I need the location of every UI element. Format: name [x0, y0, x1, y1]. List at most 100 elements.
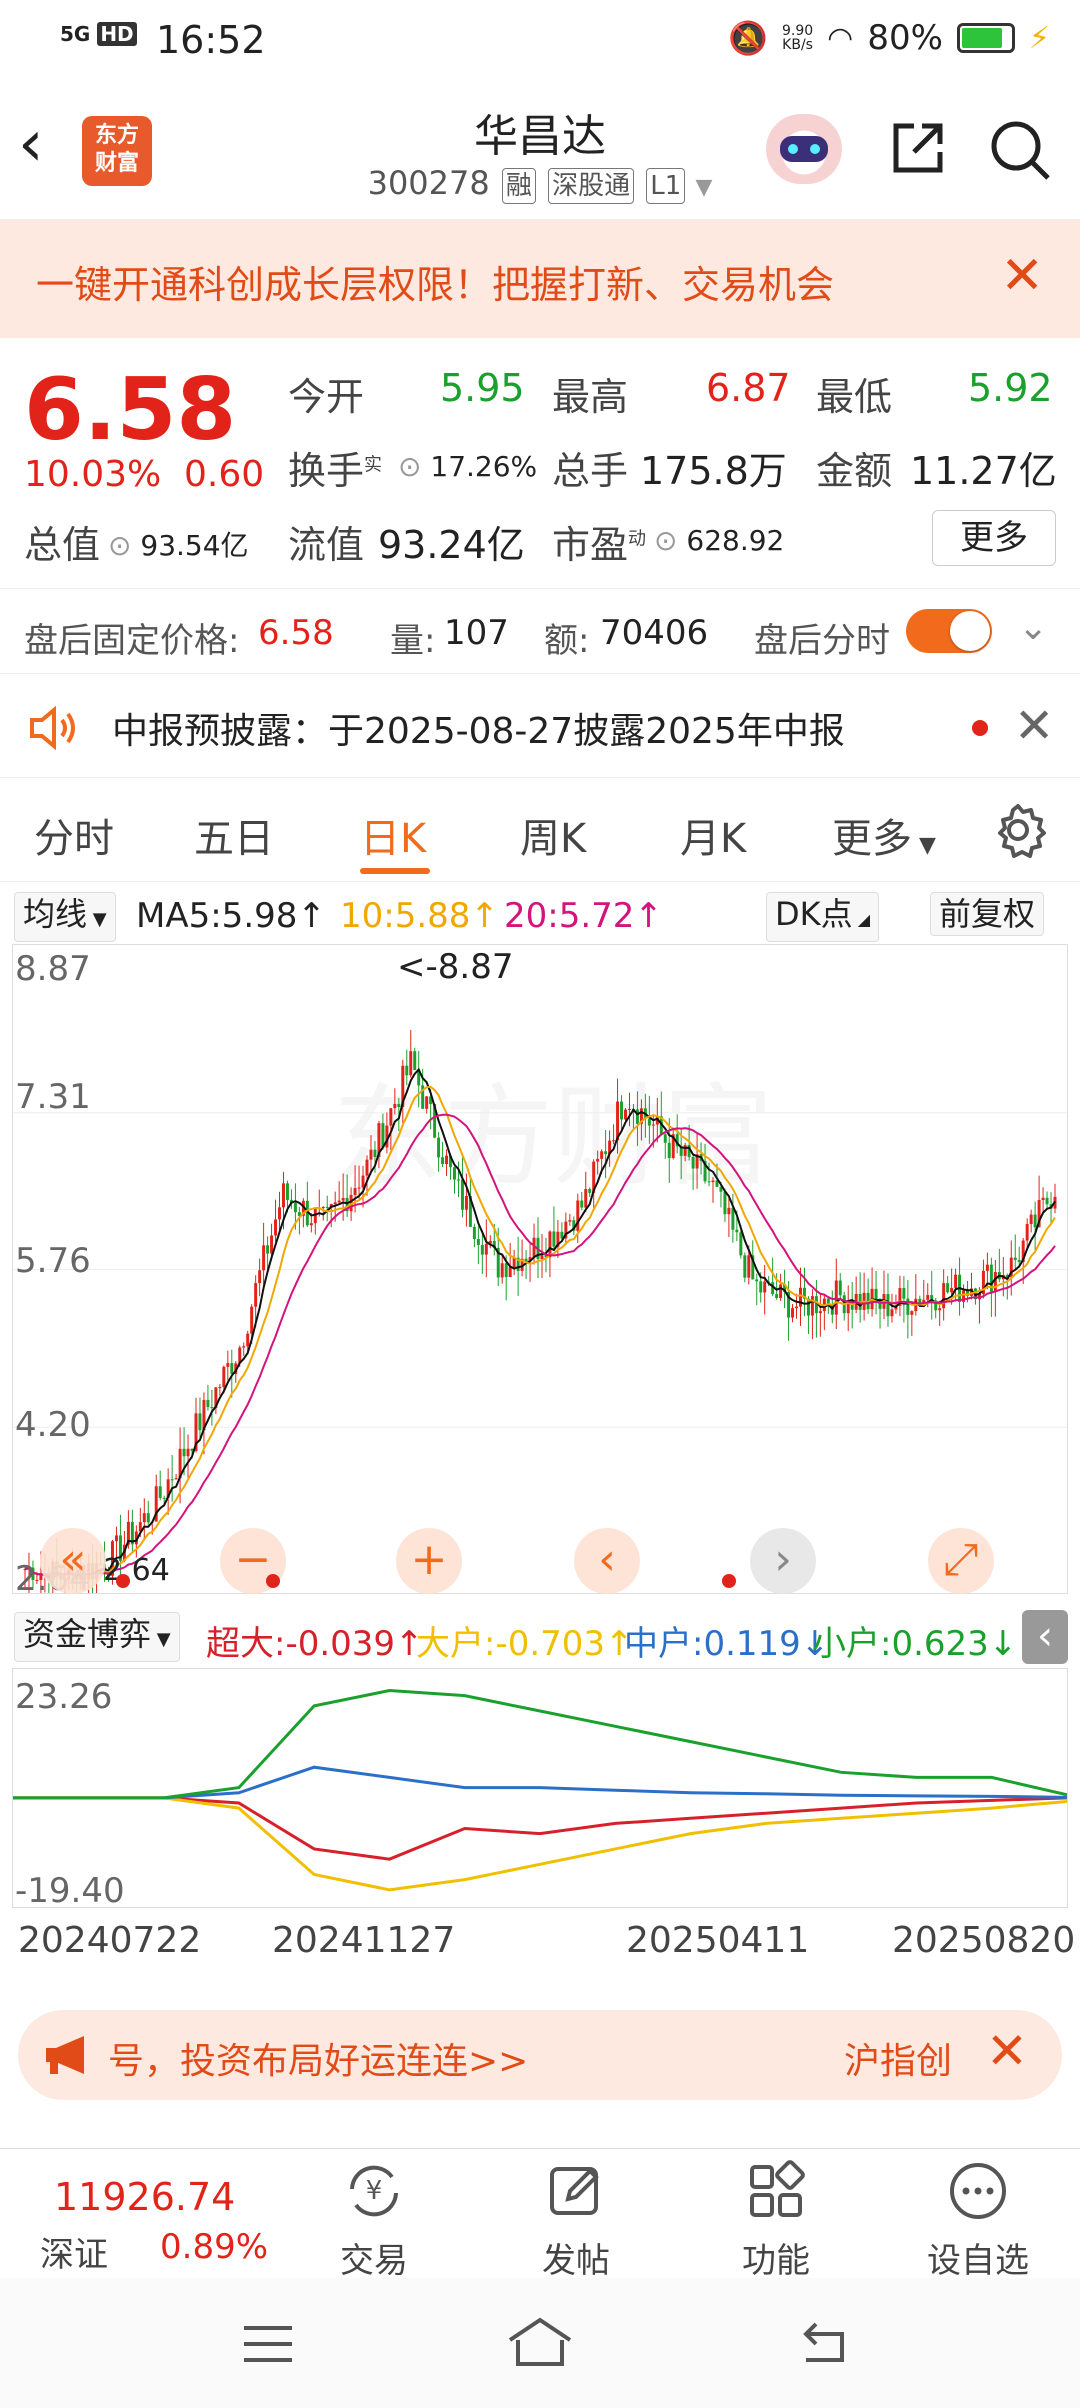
amount-value: 11.27亿 [910, 449, 1057, 493]
candle-body [723, 1191, 727, 1215]
promo-banner[interactable]: 一键开通科创成长层权限！把握打新、交易机会 ✕ [0, 220, 1080, 338]
notice-bar[interactable]: 中报预披露：于2025-08-27披露2025年中报 ✕ [0, 674, 1080, 778]
candle-body [174, 1478, 178, 1480]
legend-super: 超大:-0.039↑ [206, 1624, 424, 1664]
candle-body [309, 1223, 313, 1226]
tab-five-day[interactable]: 五日 [194, 806, 274, 864]
candle-body [198, 1413, 202, 1431]
after-hours-label: 盘后固定价格: [24, 621, 240, 661]
y-tick-label: 7.31 [15, 1077, 91, 1117]
fund-flow-line [13, 1796, 1067, 1892]
zoom-in-button[interactable]: + [396, 1528, 462, 1594]
x-date-label: 20241127 [272, 1920, 456, 1961]
search-icon[interactable] [988, 118, 1052, 182]
candle-body [946, 1283, 950, 1293]
index-percent[interactable]: 0.89% [160, 2227, 268, 2267]
index-value[interactable]: 11926.74 [54, 2175, 235, 2219]
candle-body [691, 1157, 695, 1169]
fund-flow-chart[interactable]: 23.26 -19.40 [12, 1668, 1068, 1911]
low-value: 5.92 [968, 366, 1053, 410]
candle-body [810, 1296, 814, 1316]
candle-body [576, 1200, 580, 1231]
y-tick-label: 5.76 [15, 1241, 91, 1281]
candle-body [285, 1183, 289, 1200]
candle-body [425, 1096, 429, 1109]
after-hours-toggle[interactable] [906, 609, 992, 653]
nav-functions[interactable]: 功能 [706, 2159, 846, 2282]
bottom-promo-banner[interactable]: 号，投资布局好运连连>> 沪指创 ✕ [18, 2010, 1062, 2100]
scroll-left-fast-button[interactable]: « [40, 1528, 106, 1594]
share-icon[interactable] [888, 118, 948, 178]
candle-body [707, 1181, 711, 1183]
tab-more[interactable]: 更多 ▼ [832, 806, 936, 864]
kline-chart[interactable]: 东方财富 8.87 7.31 5.76 4.20 2.64 <-8.87 2.6… [12, 944, 1068, 1599]
y-tick-label: 23.26 [15, 1677, 113, 1717]
chevron-down-icon[interactable]: ⌄ [1018, 607, 1048, 648]
chevron-down-icon[interactable]: ▼ [695, 175, 712, 200]
tab-weekly-k[interactable]: 周K [520, 806, 586, 864]
net-speed: 9.90 KB/s [781, 23, 814, 53]
candle-body [667, 1142, 671, 1159]
settings-gear-icon[interactable] [990, 802, 1046, 858]
mute-icon: 🔕 [728, 19, 768, 57]
candle-body [230, 1363, 234, 1374]
tab-daily-k[interactable]: 日K [360, 806, 426, 864]
scroll-right-button[interactable]: › [750, 1528, 816, 1594]
nav-add-watchlist[interactable]: 设自选 [908, 2159, 1048, 2282]
ma5-value: MA5:5.98↑ [136, 896, 326, 936]
candle-body [663, 1134, 667, 1143]
stock-code: 300278 [367, 164, 490, 202]
after-hours-amt-label: 额: [544, 621, 590, 661]
nav-post[interactable]: 发帖 [506, 2159, 646, 2282]
candle-body [552, 1231, 556, 1247]
candle-body [254, 1283, 258, 1307]
adjust-mode-button[interactable]: 前复权 [930, 892, 1045, 936]
mktcap-value: ⊙ 93.54亿 [108, 529, 249, 562]
candle-body [218, 1386, 222, 1388]
back-nav-icon[interactable] [796, 2318, 852, 2366]
bottom-banner-right: 沪指创 [844, 2041, 953, 2082]
indicator-dropdown[interactable]: 均线 ▼ [14, 892, 116, 942]
scroll-left-button[interactable]: ‹ [574, 1528, 640, 1594]
home-icon[interactable] [504, 2316, 576, 2368]
candle-body [500, 1263, 504, 1278]
fund-flow-line [13, 1689, 1067, 1800]
dk-point-button[interactable]: DK点 ◢ [766, 892, 880, 942]
candle-body [651, 1124, 655, 1126]
tag-level[interactable]: L1 [646, 168, 686, 204]
ma10-value: 10:5.88↑ [340, 896, 499, 936]
index-name[interactable]: 深证 [40, 2227, 108, 2276]
float-value: 93.24亿 [378, 523, 525, 567]
candle-body [600, 1151, 604, 1159]
more-dots-icon [950, 2163, 1006, 2219]
network-icon: 5G HD [60, 22, 137, 46]
more-quote-button[interactable]: 更多 [932, 510, 1056, 566]
pe-label: 市盈动 [552, 523, 647, 567]
fund-flow-legend: 资金博弈 ▼ 超大:-0.039↑ 大户:-0.703↑ 中户:0.119↓ 小… [0, 1610, 1080, 1664]
candle-body [413, 1051, 417, 1070]
candle-body [838, 1280, 842, 1296]
after-hours-row: 盘后固定价格: 6.58 量: 107 额: 70406 盘后分时 ⌄ [0, 588, 1080, 674]
candle-body [337, 1200, 341, 1203]
tab-intraday[interactable]: 分时 [34, 806, 114, 864]
fund-flow-dropdown[interactable]: 资金博弈 ▼ [14, 1612, 180, 1662]
close-icon[interactable]: ✕ [1000, 246, 1044, 306]
candle-body [902, 1288, 906, 1299]
candle-body [170, 1479, 174, 1481]
nav-trade[interactable]: ¥ 交易 [304, 2159, 444, 2282]
event-dot[interactable] [722, 1574, 736, 1588]
assistant-robot-icon[interactable] [766, 114, 842, 184]
tab-monthly-k[interactable]: 月K [680, 806, 746, 864]
candle-body [604, 1151, 608, 1155]
fullscreen-icon[interactable]: ⤢ [928, 1528, 994, 1594]
event-dot[interactable] [266, 1574, 280, 1588]
close-icon[interactable]: ✕ [1014, 698, 1054, 754]
collapse-panel-button[interactable]: ‹ [1022, 1610, 1068, 1664]
candle-body [250, 1306, 254, 1334]
menu-icon[interactable] [240, 2322, 296, 2366]
candle-body [397, 1103, 401, 1108]
turnover-label: 换手实 [288, 449, 383, 493]
close-icon[interactable]: ✕ [986, 2022, 1028, 2080]
event-dot[interactable] [116, 1574, 130, 1588]
nav-add-watchlist-label: 设自选 [927, 2241, 1029, 2281]
